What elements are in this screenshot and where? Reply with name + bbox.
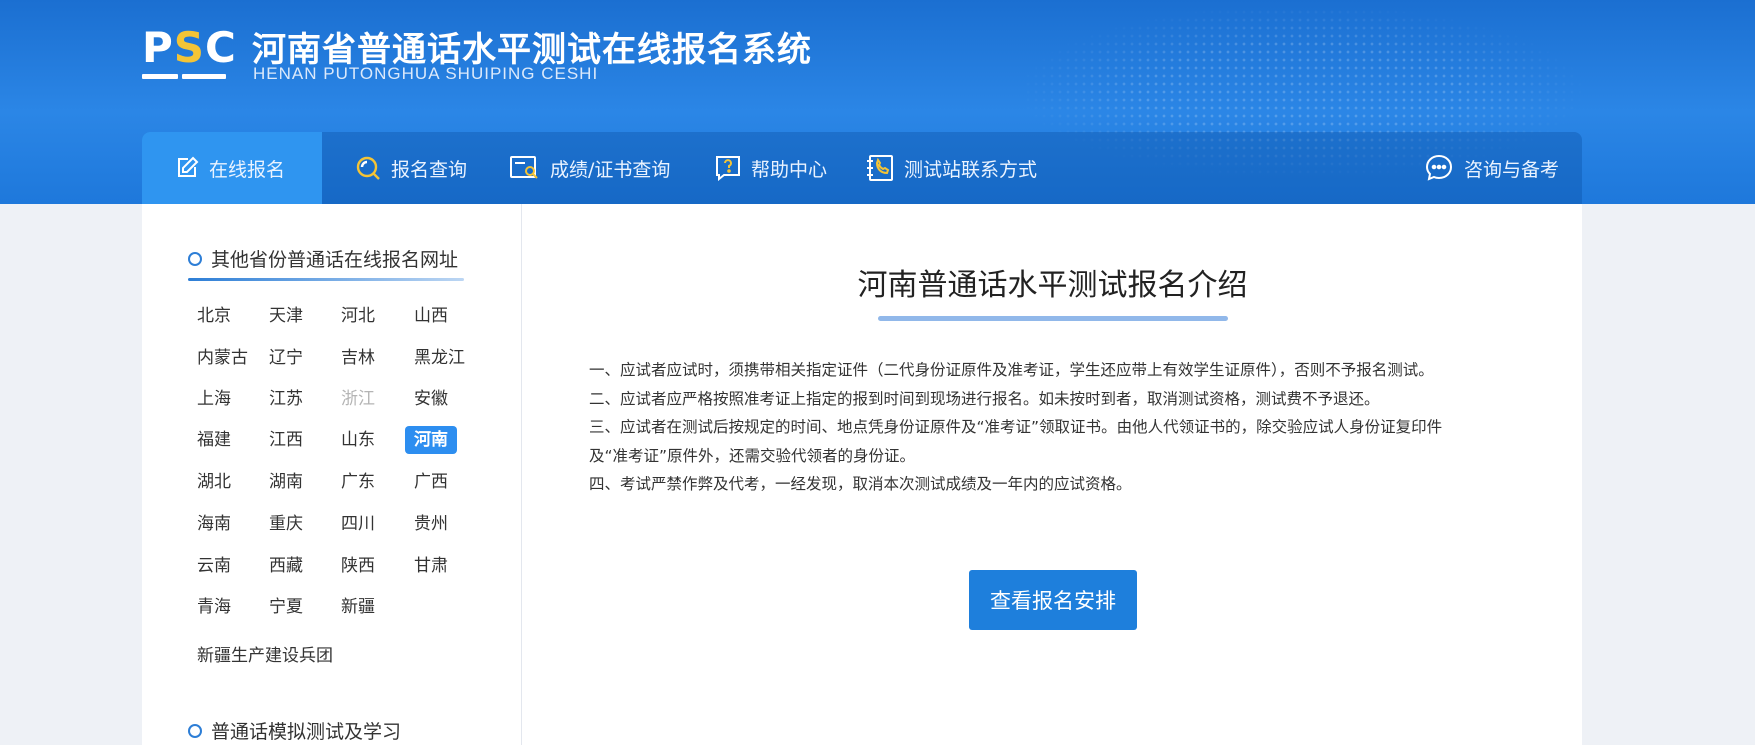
intro-paragraph: 四、考试严禁作弊及代考，一经发现，取消本次测试成绩及一年内的应试资格。 [589,475,1132,493]
province-link[interactable]: 青海 [197,593,231,621]
main-nav: 在线报名 报名查询 成绩/证书查询 帮助中心 测试站联系方式 咨询与备考 [142,132,1582,204]
province-link[interactable]: 吉林 [341,344,375,372]
province-link[interactable]: 四川 [341,510,375,538]
province-link[interactable]: 贵州 [414,510,448,538]
province-link[interactable]: 广西 [414,468,448,496]
nav-label: 咨询与备考 [1464,158,1560,181]
logo-text: PSC [142,23,237,72]
province-link[interactable]: 西藏 [269,552,303,580]
content-panel: 其他省份普通话在线报名网址 北京 天津 河北 山西内蒙古 辽宁 吉林 黑龙江上海 江苏 浙江 安徽… [142,204,1582,745]
nav-help-center[interactable]: 帮助中心 [715,132,827,204]
sidebar: 其他省份普通话在线报名网址 北京 天津 河北 山西内蒙古 辽宁 吉林 黑龙江上海 江苏 浙江 安徽… [142,204,522,745]
nav-consult-prep[interactable]: 咨询与备考 [1424,132,1559,204]
chat-icon [1425,154,1453,181]
certificate-search-icon [510,156,538,179]
edit-icon [178,156,199,177]
province-link[interactable]: 山西 [414,302,448,330]
intro-text: 一、应试者应试时，须携带相关指定证件（二代身份证原件及准考证，学生还应带上有效学… [589,356,1529,499]
mock-test-heading: 普通话模拟测试及学习 [188,717,401,744]
title-underline [878,316,1228,321]
link-xinjiang-corps[interactable]: 新疆生产建设兵团 [197,642,333,670]
province-link[interactable]: 湖南 [269,468,303,496]
nav-label: 帮助中心 [751,158,828,181]
help-icon [716,156,740,181]
view-registration-schedule-button[interactable]: 查看报名安排 [969,570,1137,630]
province-link[interactable]: 海南 [197,510,231,538]
main-content: 河南普通话水平测试报名介绍 一、应试者应试时，须携带相关指定证件（二代身份证原件… [523,204,1582,745]
province-link[interactable]: 重庆 [269,510,303,538]
nav-registration-query[interactable]: 报名查询 [355,132,467,204]
header: PSC 河南省普通话水平测试在线报名系统 HENAN PUTONGHUA SHU… [0,0,1755,204]
province-link[interactable]: 天津 [269,302,303,330]
other-provinces-heading: 其他省份普通话在线报名网址 [188,245,458,272]
province-link[interactable]: 山东 [341,426,375,454]
circle-bullet-icon [188,723,202,738]
nav-score-certificate-query[interactable]: 成绩/证书查询 [510,132,670,204]
province-link[interactable]: 云南 [197,552,231,580]
search-icon [356,156,380,180]
phone-book-icon [867,155,893,181]
intro-paragraph: 三、应试者在测试后按规定的时间、地点凭身份证原件及“准考证”领取证书。由他人代领… [589,418,1443,436]
province-link[interactable]: 北京 [197,302,231,330]
nav-label: 成绩/证书查询 [550,158,671,181]
nav-label: 在线报名 [209,158,286,181]
province-link[interactable]: 甘肃 [414,552,448,580]
province-link[interactable]: 江苏 [269,385,303,413]
province-link[interactable]: 上海 [197,385,231,413]
nav-online-registration[interactable]: 在线报名 [142,132,322,204]
heading-label: 普通话模拟测试及学习 [211,721,402,743]
intro-paragraph: 及“准考证”原件外，还需交验代领者的身份证。 [589,446,916,465]
heading-label: 其他省份普通话在线报名网址 [211,249,459,271]
province-link[interactable]: 河南 [405,426,457,454]
site-title-pinyin: HENAN PUTONGHUA SHUIPING CESHI [253,64,599,83]
nav-label: 测试站联系方式 [904,158,1038,181]
province-link[interactable]: 江西 [269,426,303,454]
intro-paragraph: 二、应试者应严格按照准考证上指定的报到时间到现场进行报名。如未按时到者，取消测试… [589,389,1380,408]
province-link[interactable]: 黑龙江 [414,344,465,372]
province-link[interactable]: 河北 [341,302,375,330]
intro-paragraph: 一、应试者应试时，须携带相关指定证件（二代身份证原件及准考证，学生还应带上有效学… [589,361,1434,379]
province-link[interactable]: 新疆 [341,593,375,621]
province-link[interactable]: 安徽 [414,385,448,413]
province-link[interactable]: 广东 [341,468,375,496]
logo-book-lines [142,74,226,80]
province-link: 浙江 [341,389,375,409]
heading-underline [188,278,464,281]
province-link[interactable]: 湖北 [197,468,231,496]
province-link[interactable]: 宁夏 [269,593,303,621]
nav-test-station-contacts[interactable]: 测试站联系方式 [866,132,1037,204]
province-link[interactable]: 内蒙古 [197,344,248,372]
province-link[interactable]: 陕西 [341,552,375,580]
province-link[interactable]: 辽宁 [269,344,303,372]
page-title: 河南普通话水平测试报名介绍 [857,268,1248,303]
circle-bullet-icon [188,251,202,266]
psc-logo[interactable]: PSC [142,23,237,84]
province-link[interactable]: 福建 [197,426,231,454]
nav-label: 报名查询 [391,158,468,181]
